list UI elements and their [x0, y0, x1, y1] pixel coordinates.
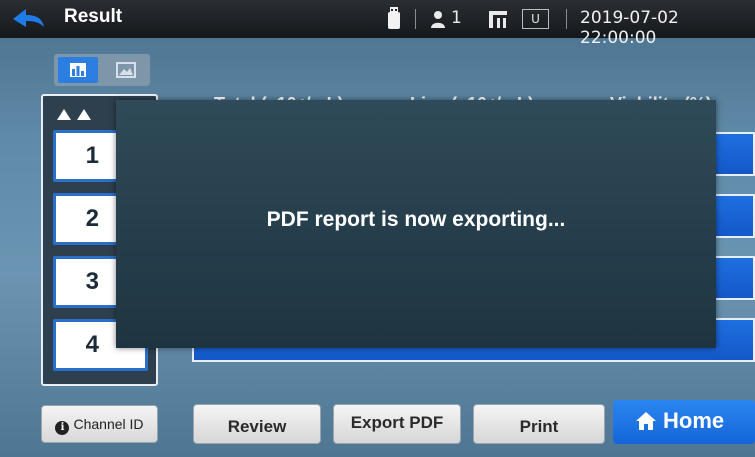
usb-status-badge: U: [522, 9, 549, 29]
bar-chart-icon: [70, 63, 86, 77]
back-button[interactable]: [10, 7, 54, 31]
export-pdf-button[interactable]: Export PDF: [333, 404, 461, 444]
review-button[interactable]: Review: [193, 404, 321, 444]
home-button[interactable]: Home: [613, 400, 755, 444]
chart-view-button[interactable]: [58, 57, 98, 83]
datetime: 2019-07-02 22:00:00: [580, 8, 679, 48]
user-count: 1: [451, 8, 462, 28]
view-toggle: [54, 54, 150, 86]
image-view-button[interactable]: [106, 57, 146, 83]
divider: [415, 9, 416, 29]
channel-id-label: Channel ID: [73, 416, 144, 432]
info-icon: i: [55, 421, 70, 435]
image-icon: [116, 62, 136, 78]
divider: [566, 9, 567, 29]
home-icon: [636, 412, 656, 430]
back-arrow-icon: [13, 9, 44, 27]
dialog-message: PDF report is now exporting...: [266, 208, 566, 231]
export-progress-dialog: PDF report is now exporting...: [116, 100, 716, 348]
result-screen: Result 1 U 2019-07-02 22:00:00 1 2 3 4 i…: [0, 0, 755, 457]
print-button[interactable]: Print: [473, 404, 605, 444]
network-icon: [488, 9, 508, 29]
top-bar: Result 1 U 2019-07-02 22:00:00: [0, 0, 755, 48]
home-label: Home: [663, 408, 725, 433]
user-icon: [431, 10, 445, 28]
usb-icon: [387, 6, 401, 30]
page-title: Result: [64, 6, 123, 27]
scroll-up-icon[interactable]: [55, 106, 95, 122]
channel-id-button[interactable]: i Channel ID: [41, 405, 158, 443]
